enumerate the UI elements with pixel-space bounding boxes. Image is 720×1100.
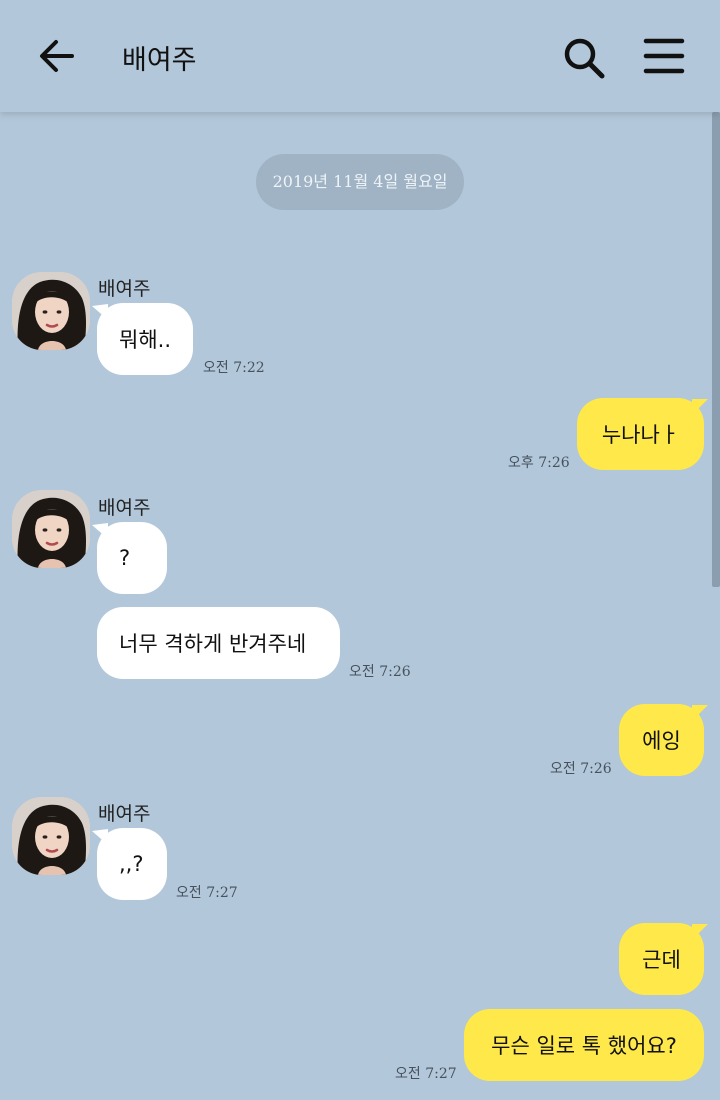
message-bubble[interactable]: ,,? bbox=[97, 828, 167, 900]
message-bubble[interactable]: 누나나ㅏ bbox=[577, 398, 704, 470]
message-time: 오전 7:27 bbox=[395, 1066, 457, 1082]
profile-photo bbox=[12, 797, 90, 875]
message-time: 오전 7:26 bbox=[349, 664, 411, 680]
hamburger-menu-icon bbox=[643, 38, 685, 74]
sender-name: 배여주 bbox=[98, 497, 151, 519]
message-bubble[interactable]: 무슨 일로 톡 했어요? bbox=[464, 1009, 704, 1081]
bubble-tail bbox=[692, 399, 708, 415]
chat-title: 배여주 bbox=[122, 45, 197, 76]
search-icon bbox=[564, 38, 605, 79]
arrow-left-icon bbox=[40, 40, 74, 72]
message-time: 오전 7:22 bbox=[203, 360, 265, 376]
bubble-tail bbox=[692, 924, 708, 940]
menu-button[interactable] bbox=[642, 36, 686, 76]
message-time: 오후 7:26 bbox=[508, 455, 570, 471]
message-bubble[interactable]: 뭐해.. bbox=[97, 303, 193, 375]
search-button[interactable] bbox=[560, 34, 608, 82]
avatar[interactable] bbox=[12, 797, 90, 875]
profile-photo bbox=[12, 272, 90, 350]
message-time: 오전 7:26 bbox=[550, 761, 612, 777]
scrollbar[interactable] bbox=[712, 112, 720, 587]
bubble-tail bbox=[692, 705, 708, 721]
avatar[interactable] bbox=[12, 490, 90, 568]
message-bubble[interactable]: 너무 격하게 반겨주네 bbox=[97, 607, 340, 679]
date-divider: 2019년 11월 4일 월요일 bbox=[256, 154, 464, 210]
back-button[interactable] bbox=[36, 36, 80, 76]
sender-name: 배여주 bbox=[98, 803, 151, 825]
message-time: 오전 7:27 bbox=[176, 885, 238, 901]
sender-name: 배여주 bbox=[98, 278, 151, 300]
avatar[interactable] bbox=[12, 272, 90, 350]
message-bubble[interactable]: ? bbox=[97, 522, 167, 594]
chat-header: 배여주 bbox=[0, 0, 720, 112]
profile-photo bbox=[12, 490, 90, 568]
